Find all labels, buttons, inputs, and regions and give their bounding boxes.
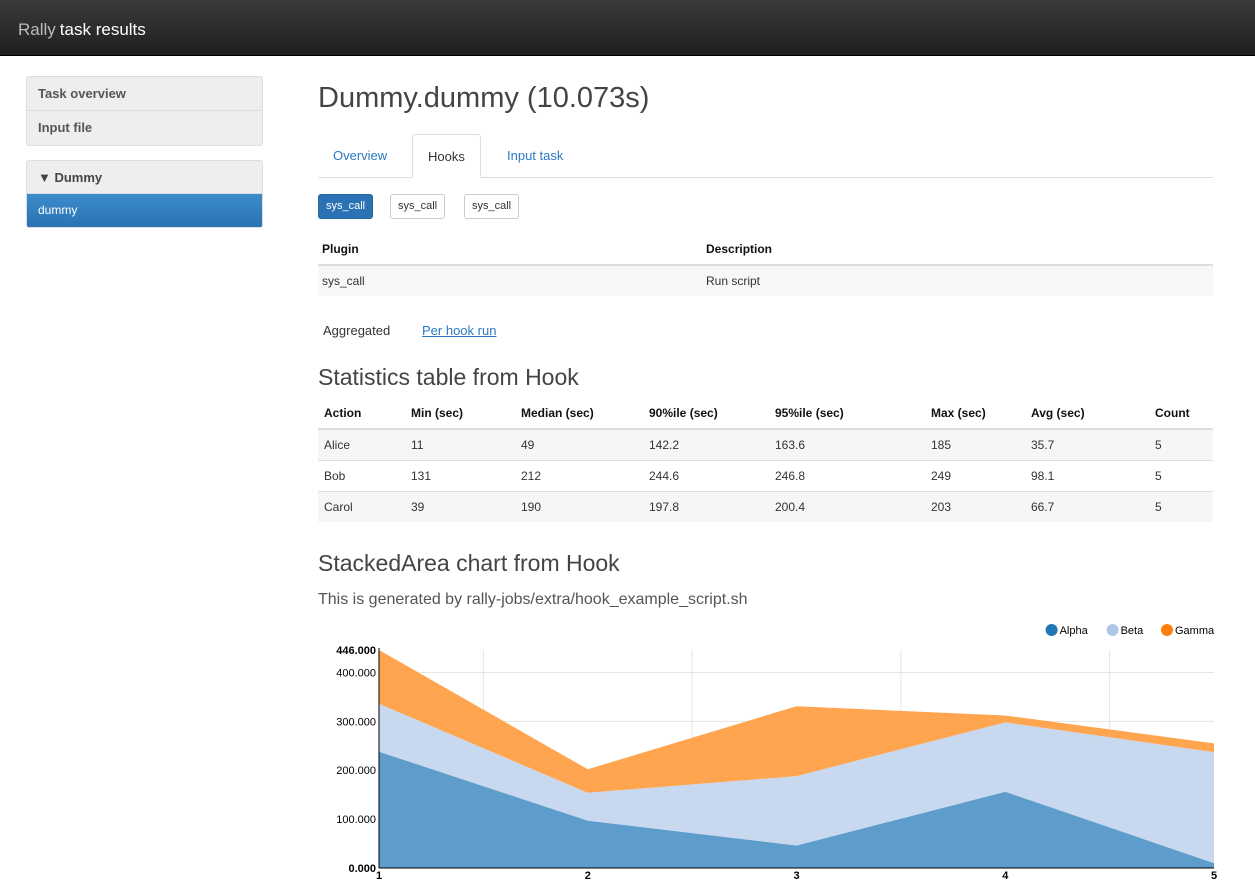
legend-label-beta: Beta bbox=[1121, 625, 1145, 637]
column-header: Plugin bbox=[318, 233, 702, 266]
table-row: sys_call Run script bbox=[318, 264, 1213, 296]
y-tick-label: 300.000 bbox=[336, 716, 376, 728]
column-header: 90%ile (sec) bbox=[643, 397, 769, 430]
table-cell: Carol bbox=[318, 490, 405, 522]
table-row: Bob 131 212 244.6 246.8 249 98.1 5 bbox=[318, 459, 1213, 491]
table-cell: 246.8 bbox=[769, 459, 925, 491]
table-cell: 203 bbox=[925, 490, 1025, 522]
legend-label-gamma: Gamma bbox=[1175, 625, 1215, 637]
table-cell: 131 bbox=[405, 459, 515, 491]
sidebar: Task overview Input file ▼ Dummy dummy bbox=[26, 76, 263, 242]
brand-name: Rally bbox=[18, 20, 56, 39]
table-cell: 212 bbox=[515, 459, 643, 491]
table-cell: 249 bbox=[925, 459, 1025, 491]
table-cell: 5 bbox=[1149, 490, 1213, 522]
statistics-table: Action Min (sec) Median (sec) 90%ile (se… bbox=[318, 397, 1213, 522]
column-header: Action bbox=[318, 397, 405, 430]
table-cell: 66.7 bbox=[1025, 490, 1149, 522]
table-cell: 163.6 bbox=[769, 428, 925, 460]
table-cell: 49 bbox=[515, 428, 643, 460]
table-cell: 244.6 bbox=[643, 459, 769, 491]
sidebar-item-task-overview[interactable]: Task overview bbox=[27, 77, 262, 111]
x-tick-label: 3 bbox=[793, 870, 799, 882]
legend-marker-alpha bbox=[1045, 624, 1058, 636]
tab-overview[interactable]: Overview bbox=[318, 134, 402, 178]
table-cell: 142.2 bbox=[643, 428, 769, 460]
sidebar-item-dummy[interactable]: dummy bbox=[27, 194, 262, 227]
x-tick-label: 5 bbox=[1211, 870, 1217, 882]
hook-button-1[interactable]: sys_call bbox=[318, 194, 374, 219]
column-header: Min (sec) bbox=[405, 397, 515, 430]
hook-button-3[interactable]: sys_call bbox=[464, 194, 520, 219]
hook-button-2[interactable]: sys_call bbox=[390, 194, 446, 219]
column-header: Avg (sec) bbox=[1025, 397, 1149, 430]
column-header: Count bbox=[1149, 397, 1213, 430]
table-cell: 39 bbox=[405, 490, 515, 522]
column-header: Median (sec) bbox=[515, 397, 643, 430]
table-cell: 5 bbox=[1149, 428, 1213, 460]
tab-input-task[interactable]: Input task bbox=[492, 134, 578, 178]
legend-label-alpha: Alpha bbox=[1060, 625, 1089, 637]
sidebar-scenario-group: ▼ Dummy dummy bbox=[26, 160, 263, 228]
column-header: 95%ile (sec) bbox=[769, 397, 925, 430]
table-cell: 98.1 bbox=[1025, 459, 1149, 491]
chart-title: StackedArea chart from Hook bbox=[318, 550, 620, 576]
table-cell: Alice bbox=[318, 428, 405, 460]
navbar: Rally task results bbox=[0, 0, 1255, 56]
table-row: Alice 11 49 142.2 163.6 185 35.7 5 bbox=[318, 428, 1213, 460]
y-tick-label: 446.000 bbox=[336, 645, 376, 657]
sidebar-item-input-file[interactable]: Input file bbox=[27, 111, 262, 145]
x-tick-label: 4 bbox=[1002, 870, 1009, 882]
legend-marker-gamma bbox=[1161, 624, 1173, 636]
plugin-table: Plugin Description sys_call Run script bbox=[318, 233, 1213, 296]
statistics-title: Statistics table from Hook bbox=[318, 364, 579, 390]
x-tick-label: 1 bbox=[376, 870, 382, 882]
tab-bar: Overview Hooks Input task bbox=[318, 134, 1213, 178]
table-cell: 200.4 bbox=[769, 490, 925, 522]
stacked-area-chart: 0.000 100.000 200.000 300.000 400.000 446.000… bbox=[336, 624, 1217, 882]
table-cell: Run script bbox=[702, 264, 1213, 296]
table-cell: 185 bbox=[925, 428, 1025, 460]
table-header-row: Action Min (sec) Median (sec) 90%ile (se… bbox=[318, 397, 1213, 430]
y-tick-label: 100.000 bbox=[336, 814, 376, 826]
table-cell: Bob bbox=[318, 459, 405, 491]
brand-title: task results bbox=[59, 20, 146, 39]
table-header-row: Plugin Description bbox=[318, 233, 1213, 266]
table-cell: 197.8 bbox=[643, 490, 769, 522]
y-tick-label: 200.000 bbox=[336, 765, 376, 777]
chart-subtitle: This is generated by rally-jobs/extra/ho… bbox=[318, 591, 748, 608]
table-cell: sys_call bbox=[318, 264, 702, 296]
table-cell: 11 bbox=[405, 428, 515, 460]
sidebar-overview-group: Task overview Input file bbox=[26, 76, 263, 146]
y-tick-label: 400.000 bbox=[336, 667, 376, 679]
x-tick-label: 2 bbox=[585, 870, 591, 882]
y-tick-label: 0.000 bbox=[348, 863, 376, 875]
table-row: Carol 39 190 197.8 200.4 203 66.7 5 bbox=[318, 490, 1213, 522]
page-title: Dummy.dummy (10.073s) bbox=[318, 82, 650, 114]
column-header: Max (sec) bbox=[925, 397, 1025, 430]
aggregated-label[interactable]: Aggregated bbox=[323, 323, 390, 338]
table-cell: 5 bbox=[1149, 459, 1213, 491]
per-hook-run-link[interactable]: Per hook run bbox=[422, 323, 496, 338]
table-cell: 35.7 bbox=[1025, 428, 1149, 460]
tab-hooks[interactable]: Hooks bbox=[412, 134, 481, 178]
sidebar-group-dummy[interactable]: ▼ Dummy bbox=[27, 161, 262, 194]
legend-marker-beta bbox=[1106, 624, 1119, 636]
brand[interactable]: Rally task results bbox=[18, 20, 146, 40]
table-cell: 190 bbox=[515, 490, 643, 522]
column-header: Description bbox=[702, 233, 1213, 266]
